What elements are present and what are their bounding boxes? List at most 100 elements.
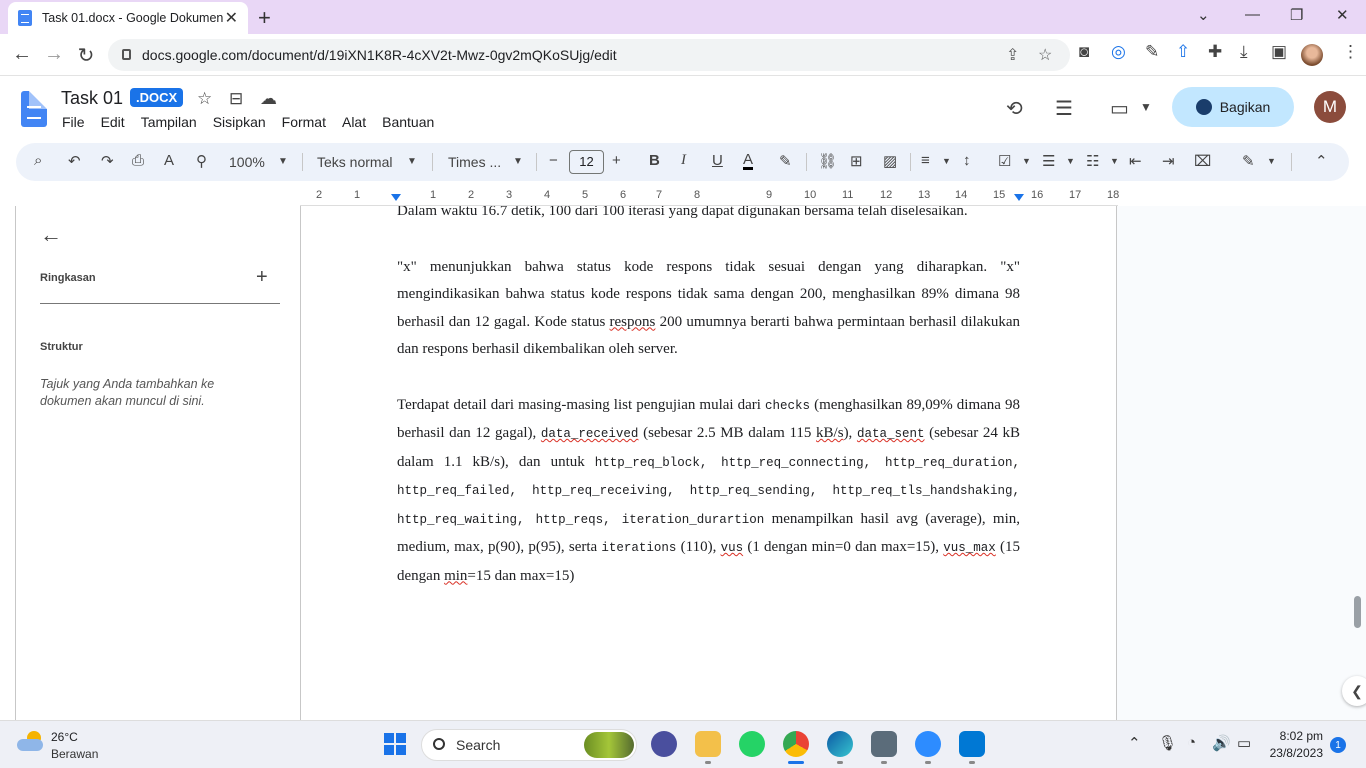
clear-formatting-icon[interactable]: ⌧ [1194,152,1211,170]
bookmark-star-icon[interactable]: ☆ [1038,45,1052,65]
menu-tools[interactable]: Alat [342,114,366,130]
new-tab-icon[interactable]: + [258,5,271,31]
print-icon[interactable]: ⎙ [132,152,144,169]
downloads-icon[interactable]: ⤓ [1240,42,1248,62]
font-size-input[interactable]: 12 [569,150,604,174]
misspelled-word[interactable]: min [444,568,467,584]
undo-icon[interactable]: ↶ [68,152,81,170]
wifi-icon[interactable]: ◔ [1187,734,1196,751]
reload-icon[interactable]: ↻ [74,43,98,68]
insert-link-icon[interactable]: ⛓ [818,152,837,170]
meet-now-icon[interactable] [651,731,677,757]
extension-circle-icon[interactable]: ◎ [1111,42,1126,62]
add-comment-icon[interactable]: ⊞ [850,152,863,170]
document-title[interactable]: Task 01 [61,88,123,109]
increase-font-size-icon[interactable]: + [612,152,621,169]
numbered-list-icon[interactable]: ☷ [1086,152,1099,170]
notification-badge[interactable]: 1 [1330,737,1346,753]
underline-icon[interactable]: U [712,152,723,169]
text-color-icon[interactable]: A [743,152,754,170]
bold-icon[interactable]: B [649,152,660,169]
code-text[interactable]: vus_max [943,541,996,555]
menu-format[interactable]: Format [282,114,326,130]
menu-edit[interactable]: Edit [101,114,125,130]
spellcheck-icon[interactable]: A [164,152,174,169]
star-icon[interactable]: ☆ [197,89,212,109]
screenshot-camera-icon[interactable]: ◙ [1079,42,1089,62]
menu-help[interactable]: Bantuan [382,114,434,130]
bulleted-list-icon[interactable]: ☰ [1042,152,1055,170]
close-tab-icon[interactable]: ✕ [225,8,238,28]
whatsapp-icon[interactable] [739,731,765,757]
paragraph[interactable]: Terdapat detail dari masing-masing list … [397,392,1020,591]
menu-file[interactable]: File [62,114,85,130]
extensions-puzzle-icon[interactable]: ✚ [1208,42,1222,62]
close-outline-arrow-icon[interactable]: ← [40,222,62,248]
chrome-icon[interactable] [783,731,809,764]
decrease-font-size-icon[interactable]: − [549,152,558,169]
system-clock[interactable]: 8:02 pm 23/8/2023 [1268,728,1323,762]
browser-tab[interactable]: Task 01.docx - Google Dokumen ✕ [8,2,248,34]
extension-eyedropper-icon[interactable]: ✎ [1145,42,1159,62]
taskbar-search[interactable]: Search [421,729,637,761]
file-explorer-icon[interactable] [695,731,721,764]
font-family-select[interactable]: Times ... [448,154,501,170]
close-window-icon[interactable]: ✕ [1336,6,1349,24]
italic-icon[interactable]: I [681,152,686,169]
font-chevron-icon[interactable]: ▼ [513,156,523,167]
weather-partly-cloudy-icon[interactable] [17,731,45,753]
paragraph[interactable]: Dalam waktu 16.7 detik, 100 dari 100 ite… [397,206,1020,226]
misspelled-word[interactable]: respons [610,314,656,330]
add-summary-icon[interactable]: + [256,266,268,289]
browser-menu-icon[interactable]: ⋮ [1342,42,1359,62]
code-text[interactable]: data_sent [857,427,925,441]
microphone-icon[interactable]: 🎙 [1158,734,1177,752]
windows-start-icon[interactable] [384,733,406,755]
side-panel-toggle-chevron-icon[interactable]: ❮ [1342,676,1366,706]
decrease-indent-icon[interactable]: ⇤ [1129,152,1142,170]
checklist-chevron-icon[interactable]: ▼ [1022,156,1031,166]
vscode-icon[interactable] [959,731,985,764]
paint-format-icon[interactable]: ⚲ [196,152,207,170]
calculator-icon[interactable] [871,731,897,764]
paragraph-style-select[interactable]: Teks normal [317,154,392,170]
share-page-icon[interactable]: ⇪ [1006,45,1019,65]
highlight-pen-icon[interactable]: ✎ [779,152,792,170]
forward-arrow-icon[interactable]: → [42,43,66,66]
line-spacing-icon[interactable]: ↕ [963,152,971,169]
share-button[interactable]: Bagikan [1172,87,1294,127]
bulleted-list-chevron-icon[interactable]: ▼ [1066,156,1075,166]
maximize-icon[interactable]: ❐ [1290,6,1303,24]
collapse-menus-chevron-icon[interactable]: ⌃ [1315,152,1328,170]
weather-condition[interactable]: Berawan [51,747,98,761]
cloud-saved-icon[interactable]: ☁ [260,89,277,109]
insert-image-icon[interactable]: ▨ [883,152,897,170]
zoom-select[interactable]: 100% [229,154,265,170]
style-chevron-icon[interactable]: ▼ [407,156,417,167]
volume-icon[interactable]: 🔊 [1212,734,1231,752]
editing-mode-pencil-icon[interactable]: ✎ [1242,152,1255,170]
document-canvas[interactable]: Dalam waktu 16.7 detik, 100 dari 100 ite… [301,206,1117,720]
version-history-icon[interactable]: ⟲ [1006,96,1023,121]
align-icon[interactable]: ≡ [921,152,930,169]
code-text[interactable]: data_received [541,427,639,441]
google-docs-logo[interactable] [21,91,47,127]
left-indent-marker[interactable] [391,194,401,201]
account-avatar[interactable]: M [1314,91,1346,123]
horizontal-ruler[interactable]: 2 1 1 2 3 4 5 6 7 8 9 10 11 12 13 14 15 … [300,186,1119,206]
edge-icon[interactable] [827,731,853,764]
misspelled-word[interactable]: kB/s [816,425,844,441]
side-panel-icon[interactable]: ▣ [1271,42,1287,62]
numbered-list-chevron-icon[interactable]: ▼ [1110,156,1119,166]
minimize-icon[interactable]: — [1245,6,1260,23]
zoom-chevron-icon[interactable]: ▼ [278,156,288,167]
code-text[interactable]: vus [721,541,744,555]
address-bar[interactable]: docs.google.com/document/d/19iXN1K8R-4cX… [108,39,1070,71]
align-chevron-icon[interactable]: ▼ [942,156,951,166]
redo-icon[interactable]: ↷ [101,152,114,170]
temperature[interactable]: 26°C [51,730,78,744]
paragraph[interactable]: "x" menunjukkan bahwa status kode respon… [397,254,1020,364]
right-indent-marker[interactable] [1014,194,1024,201]
move-folder-icon[interactable]: ⊟ [229,89,243,109]
menu-insert[interactable]: Sisipkan [213,114,266,130]
